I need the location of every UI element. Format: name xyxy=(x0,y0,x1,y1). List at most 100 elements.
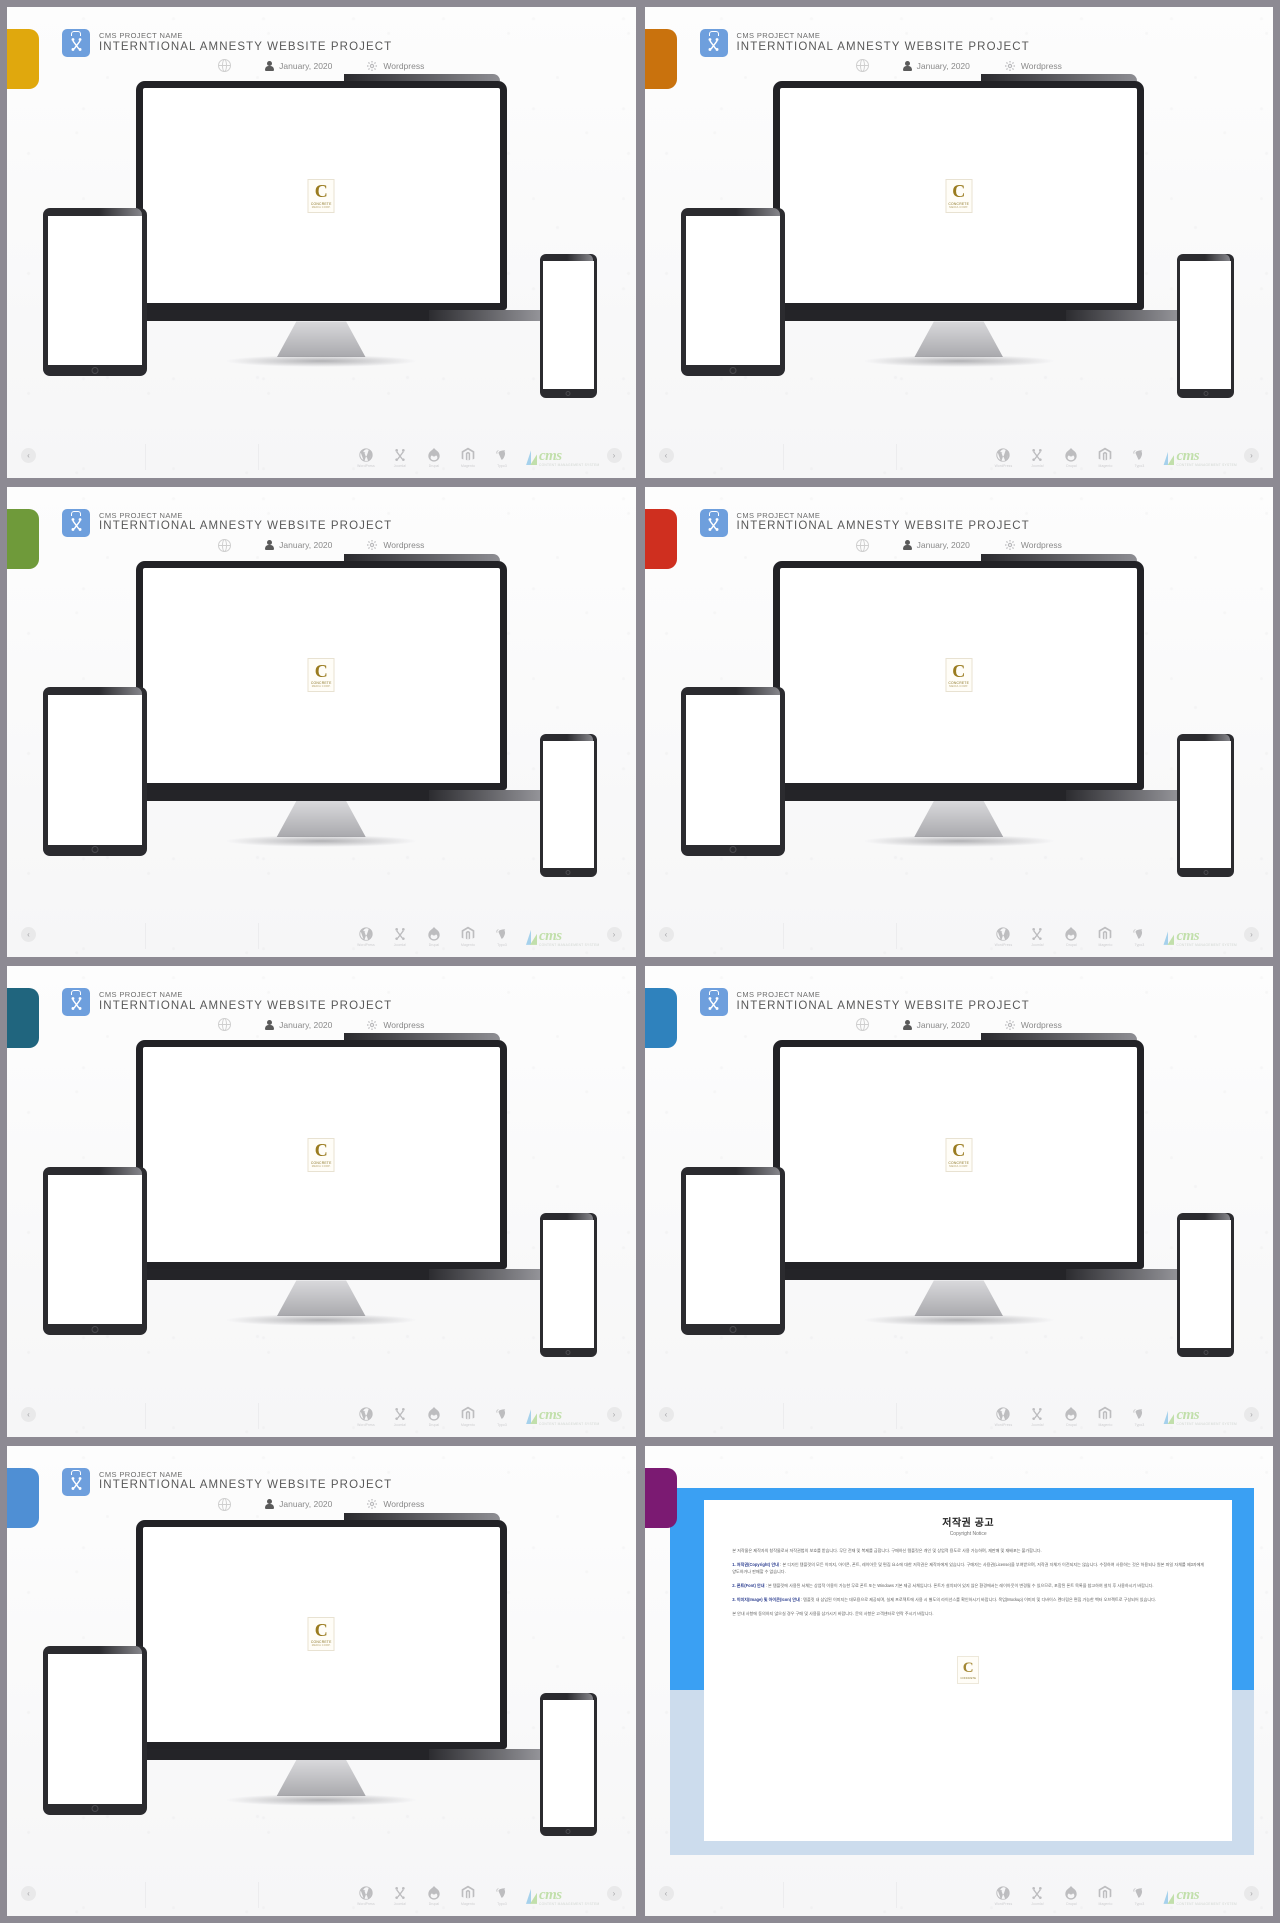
slide-footer: ‹ › WordPress Joomla! Drupal Magento Typ… xyxy=(645,1397,1274,1431)
slide-footer: ‹ › WordPress Joomla! Drupal Magento Typ… xyxy=(7,1397,636,1431)
monitor-mockup: C CONCRETE MEDIA CORP. xyxy=(732,1033,1185,1327)
prev-arrow-button[interactable]: ‹ xyxy=(658,927,674,942)
cms-logo-label: Magento xyxy=(1098,943,1113,947)
cms-logo-drupal: Drupal xyxy=(421,447,447,468)
cms-logo-magento: Magento xyxy=(1092,447,1118,468)
cms-logo-strip: WordPress Joomla! Drupal Magento Typo3 c… xyxy=(353,1885,600,1906)
monitor-mockup: C CONCRETE MEDIA CORP. xyxy=(95,1512,548,1806)
slide-thumbnail-panel-6[interactable]: CMS PROJECT NAME INTERNTIONAL AMNESTY WE… xyxy=(644,966,1274,1437)
monitor-mockup: C CONCRETE MEDIA CORP. xyxy=(95,1033,548,1327)
screen-logo-sub2: MEDIA CORP. xyxy=(311,685,331,689)
cms-logo-typo3: Typo3 xyxy=(1126,1406,1152,1427)
slide-eyebrow: CMS PROJECT NAME xyxy=(99,510,183,520)
cms-logo-magento: Magento xyxy=(455,1406,481,1427)
slide-platform: Wordpress xyxy=(383,540,425,550)
device-mockups: C CONCRETE MEDIA CORP. xyxy=(645,74,1274,434)
gear-icon xyxy=(1004,539,1016,551)
screen-logo-sub2: MEDIA CORP. xyxy=(311,1164,331,1168)
cms-brand-logo: cms CONTENT MANAGEMENT SYSTEM xyxy=(525,448,600,468)
cms-brand-tagline: CONTENT MANAGEMENT SYSTEM xyxy=(538,463,600,468)
cms-logo-label: Magento xyxy=(461,943,475,947)
tablet-mockup xyxy=(43,687,148,856)
globe-icon xyxy=(218,538,232,552)
prev-arrow-button[interactable]: ‹ xyxy=(658,1406,674,1422)
slide-eyebrow: CMS PROJECT NAME xyxy=(99,1469,183,1479)
next-arrow-button[interactable]: › xyxy=(1244,927,1259,942)
person-icon xyxy=(265,1499,275,1509)
magento-icon xyxy=(460,447,476,463)
screen-logo: C CONCRETE MEDIA CORP. xyxy=(945,1137,973,1172)
slide-thumbnail-panel-1[interactable]: CMS PROJECT NAME INTERNTIONAL AMNESTY WE… xyxy=(7,7,636,478)
slide-platform: Wordpress xyxy=(383,1019,425,1030)
magento-icon xyxy=(1097,447,1113,463)
slide-platform: Wordpress xyxy=(1020,60,1062,71)
cms-brand-logo: cms CONTENT MANAGEMENT SYSTEM xyxy=(1163,448,1237,467)
person-icon xyxy=(265,540,275,550)
next-arrow-button[interactable]: › xyxy=(1244,1886,1259,1901)
cms-logo-wordpress: WordPress xyxy=(990,447,1016,468)
slide-title: INTERNTIONAL AMNESTY WEBSITE PROJECT xyxy=(99,1479,393,1492)
copyright-paragraph: 1. 저작권(Copyright) 안내 : 본 디자인 템플릿의 모든 이미지… xyxy=(732,1561,1205,1574)
prev-arrow-button[interactable]: ‹ xyxy=(21,1406,36,1422)
screen-logo-sub2: MEDIA CORP. xyxy=(311,205,331,209)
prev-arrow-button[interactable]: ‹ xyxy=(658,1886,674,1901)
copyright-paragraph: 3. 이미지(Image) 및 아이콘(Icon) 안내 : 템플릿 내 삽입된… xyxy=(732,1597,1157,1603)
cms-logo-label: Drupal xyxy=(428,943,440,947)
slide-eyebrow: CMS PROJECT NAME xyxy=(736,31,821,41)
slide-thumbnail-panel-4[interactable]: CMS PROJECT NAME INTERNTIONAL AMNESTY WE… xyxy=(644,486,1273,957)
next-arrow-button[interactable]: › xyxy=(606,927,622,942)
prev-arrow-button[interactable]: ‹ xyxy=(658,447,674,463)
next-arrow-button[interactable]: › xyxy=(606,1406,622,1422)
screen-logo: C CONCRETE MEDIA CORP. xyxy=(307,1617,335,1652)
next-arrow-button[interactable]: › xyxy=(606,1886,622,1901)
slide-eyebrow: CMS PROJECT NAME xyxy=(736,990,821,1000)
slide-header: CMS PROJECT NAME INTERNTIONAL AMNESTY WE… xyxy=(699,29,1030,57)
joomla-icon xyxy=(1029,1885,1045,1901)
cms-logo-label: WordPress xyxy=(357,943,375,947)
copyright-paper: 저작권 공고 Copyright Notice 본 저작물은 제작자의 창작물로… xyxy=(704,1499,1233,1841)
drupal-icon xyxy=(426,447,442,463)
cms-logo-joomla: Joomla! xyxy=(387,926,413,947)
next-arrow-button[interactable]: › xyxy=(606,447,622,463)
next-arrow-button[interactable]: › xyxy=(1244,447,1259,463)
copyright-subtitle: Copyright Notice xyxy=(949,1530,987,1537)
prev-arrow-button[interactable]: ‹ xyxy=(21,1886,36,1901)
cms-logo-strip: WordPress Joomla! Drupal Magento Typo3 c… xyxy=(990,1885,1237,1906)
screen-logo-letter: C xyxy=(314,181,328,202)
wordpress-icon xyxy=(995,926,1011,942)
drupal-icon xyxy=(1063,926,1079,942)
globe-icon xyxy=(218,1018,232,1031)
slide-thumbnail-panel-7[interactable]: CMS PROJECT NAME INTERNTIONAL AMNESTY WE… xyxy=(7,1445,636,1916)
cms-logo-label: WordPress xyxy=(357,1902,375,1906)
cms-logo-label: Drupal xyxy=(1066,1422,1077,1427)
cms-logo-joomla: Joomla! xyxy=(1024,926,1050,947)
cms-logo-drupal: Drupal xyxy=(1058,926,1084,947)
cms-brand-mark-icon xyxy=(1163,929,1175,945)
gear-icon xyxy=(366,1019,378,1031)
slide-header: CMS PROJECT NAME INTERNTIONAL AMNESTY WE… xyxy=(62,988,392,1016)
cms-brand-mark-icon xyxy=(525,1888,537,1904)
cms-logo-wordpress: WordPress xyxy=(353,447,379,468)
next-arrow-button[interactable]: › xyxy=(1244,1406,1259,1422)
slide-header: CMS PROJECT NAME INTERNTIONAL AMNESTY WE… xyxy=(699,988,1030,1016)
joomla-icon xyxy=(1029,447,1045,463)
cms-logo-typo3: Typo3 xyxy=(489,926,515,947)
cms-logo-wordpress: WordPress xyxy=(990,926,1016,947)
cms-logo-label: Joomla! xyxy=(1031,1902,1044,1906)
copyright-slide: 저작권 공고 Copyright Notice 본 저작물은 제작자의 창작물로… xyxy=(645,1446,1274,1917)
cms-logo-label: Typo3 xyxy=(1134,463,1145,468)
cms-logo-wordpress: WordPress xyxy=(353,1885,379,1906)
monitor-mockup: C CONCRETE MEDIA CORP. xyxy=(732,74,1185,368)
cms-logo-joomla: Joomla! xyxy=(1024,447,1050,468)
prev-arrow-button[interactable]: ‹ xyxy=(21,927,36,942)
phone-mockup xyxy=(539,254,597,398)
gear-icon xyxy=(1004,60,1016,72)
slide-date: January, 2020 xyxy=(279,60,333,71)
slide-thumbnail-panel-8[interactable]: 저작권 공고 Copyright Notice 본 저작물은 제작자의 창작물로… xyxy=(644,1445,1274,1917)
slide-thumbnail-panel-5[interactable]: CMS PROJECT NAME INTERNTIONAL AMNESTY WE… xyxy=(7,966,636,1437)
slide-thumbnail-panel-3[interactable]: CMS PROJECT NAME INTERNTIONAL AMNESTY WE… xyxy=(7,486,636,957)
screen-logo-letter: C xyxy=(952,1140,966,1161)
prev-arrow-button[interactable]: ‹ xyxy=(21,447,36,463)
slide-meta: January, 2020 Wordpress xyxy=(7,1018,636,1031)
slide-thumbnail-panel-2[interactable]: CMS PROJECT NAME INTERNTIONAL AMNESTY WE… xyxy=(644,7,1274,478)
